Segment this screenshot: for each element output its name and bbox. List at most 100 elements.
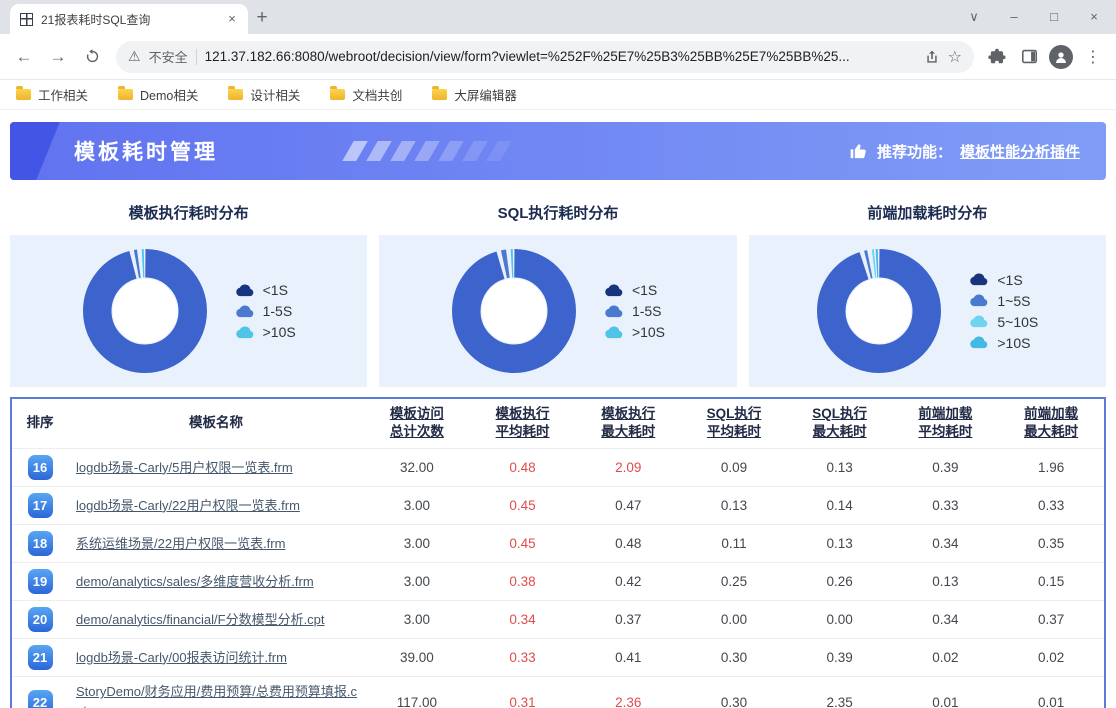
template-name-link[interactable]: demo/analytics/sales/多维度营收分析.frm: [76, 574, 314, 589]
metric-cell: 0.47: [615, 498, 642, 514]
share-icon[interactable]: [924, 49, 940, 65]
column-header[interactable]: 模板执行 平均耗时: [470, 399, 576, 449]
rank-badge: 19: [27, 569, 53, 595]
security-warning-icon[interactable]: ⚠: [128, 48, 141, 65]
legend-label: <1S: [997, 271, 1023, 288]
chart-title: 前端加载耗时分布: [867, 205, 988, 222]
new-tab-button[interactable]: +: [248, 5, 276, 33]
column-header[interactable]: SQL执行 最大耗时: [787, 399, 893, 449]
template-name-link[interactable]: 系统运维场景/22用户权限一览表.frm: [76, 536, 285, 551]
folder-icon: [118, 86, 134, 100]
column-header[interactable]: SQL执行 平均耗时: [681, 399, 787, 449]
cloud-icon: [970, 294, 988, 307]
chart-block: 前端加载耗时分布 <1S 1~5S 5~10S >10S: [748, 188, 1106, 387]
legend-item[interactable]: >10S: [234, 324, 296, 340]
legend-item[interactable]: >10S: [968, 335, 1038, 351]
browser-tab[interactable]: 21报表耗时SQL查询 ×: [10, 4, 248, 34]
window-close-button[interactable]: ×: [1074, 0, 1114, 34]
bookmark-folder[interactable]: Demo相关: [118, 85, 198, 104]
column-header[interactable]: 模板执行 最大耗时: [575, 399, 681, 449]
legend-label: >10S: [262, 324, 296, 340]
avatar-icon: [1049, 44, 1073, 69]
folder-icon: [330, 86, 346, 100]
menu-kebab-icon[interactable]: ⋮: [1078, 42, 1108, 72]
template-name-link[interactable]: logdb场景-Carly/22用户权限一览表.frm: [76, 498, 300, 513]
promo-link[interactable]: 模板性能分析插件: [960, 141, 1080, 162]
metric-cell: 0.31: [509, 694, 536, 708]
legend-item[interactable]: >10S: [603, 324, 665, 340]
bookmark-folder[interactable]: 设计相关: [228, 85, 300, 104]
bookmark-star-icon[interactable]: ☆: [948, 47, 962, 67]
template-name-link[interactable]: logdb场景-Carly/5用户权限一览表.frm: [76, 460, 293, 475]
reload-icon: [86, 49, 98, 63]
reload-button[interactable]: [76, 41, 108, 73]
template-name-link[interactable]: demo/analytics/financial/F分数模型分析.cpt: [76, 612, 325, 627]
legend-item[interactable]: <1S: [603, 282, 665, 298]
tab-search-chevron-icon[interactable]: ∨: [954, 0, 994, 34]
metric-cell: 3.00: [403, 574, 430, 590]
charts-row: 模板执行耗时分布 <1S 1-5S >10S SQL执行耗时分布 <1S 1-5S >10S 前…: [0, 188, 1116, 387]
bookmark-folder[interactable]: 大屏编辑器: [432, 85, 517, 104]
cloud-icon: [235, 283, 253, 296]
template-name-link[interactable]: logdb场景-Carly/00报表访问统计.frm: [76, 650, 287, 665]
donut-ring: [817, 249, 942, 373]
legend-item[interactable]: 1~5S: [968, 293, 1038, 309]
extensions-puzzle-icon[interactable]: [982, 42, 1012, 72]
metric-cell: 0.25: [720, 574, 748, 590]
page-content: 模板耗时管理 推荐功能： 模板性能分析插件 模板执行耗时分布 <1S 1-5S >10…: [0, 110, 1116, 708]
metric-cell: 0.39: [826, 650, 853, 666]
rank-cell: 16: [12, 449, 68, 487]
metric-cell: 3.00: [403, 536, 430, 552]
template-name-link[interactable]: StoryDemo/财务应用/费用预算/总费用预算填报.cpt: [76, 684, 357, 708]
metric-cell: 0.37: [615, 612, 642, 628]
minimize-button[interactable]: –: [994, 0, 1034, 34]
metric-cell: 0.15: [1037, 574, 1065, 590]
maximize-button[interactable]: □: [1034, 0, 1074, 34]
template-name-cell: 系统运维场景/22用户权限一览表.frm: [68, 525, 364, 563]
security-label[interactable]: 不安全: [149, 47, 188, 66]
template-name-cell: logdb场景-Carly/5用户权限一览表.frm: [68, 449, 364, 487]
legend-label: >10S: [631, 324, 666, 340]
table-row: 21 logdb场景-Carly/00报表访问统计.frm 39.00 0.33 0.4…: [12, 638, 1104, 677]
bookmark-folder[interactable]: 文档共创: [330, 85, 402, 104]
address-bar[interactable]: ⚠ 不安全 121.37.182.66:8080/webroot/decisio…: [116, 40, 974, 73]
column-header: 模板名称: [189, 415, 243, 431]
column-header[interactable]: 模板访问 总计次数: [364, 399, 470, 449]
column-header[interactable]: 前端加载 平均耗时: [893, 399, 999, 449]
legend-item[interactable]: <1S: [968, 272, 1038, 288]
metric-cell: 0.33: [1037, 498, 1065, 514]
rank-badge: 17: [27, 493, 53, 519]
side-panel-icon[interactable]: [1014, 42, 1044, 72]
tab-close-icon[interactable]: ×: [224, 11, 240, 27]
template-name-cell: StoryDemo/财务应用/费用预算/总费用预算填报.cpt: [68, 677, 364, 708]
legend-item[interactable]: <1S: [234, 282, 296, 298]
table-row: 19 demo/analytics/sales/多维度营收分析.frm 3.00 0.…: [12, 562, 1104, 601]
forward-button[interactable]: →: [42, 41, 74, 73]
rank-badge: 16: [27, 455, 53, 481]
template-name-cell: logdb场景-Carly/00报表访问统计.frm: [68, 639, 364, 677]
rank-cell: 17: [12, 487, 68, 525]
legend-item[interactable]: 1-5S: [603, 303, 665, 319]
metric-cell: 0.48: [509, 460, 536, 476]
metric-cell: 0.48: [615, 536, 642, 552]
template-name-cell: logdb场景-Carly/22用户权限一览表.frm: [68, 487, 364, 525]
url-text[interactable]: 121.37.182.66:8080/webroot/decision/view…: [205, 49, 916, 64]
chart-legend: <1S 1-5S >10S: [234, 282, 296, 340]
column-header[interactable]: 前端加载 最大耗时: [998, 399, 1104, 449]
cloud-icon: [235, 304, 253, 317]
donut-chart: <1S 1-5S >10S: [10, 235, 368, 387]
metric-cell: 0.13: [720, 498, 748, 514]
metric-cell: 0.45: [509, 498, 536, 514]
page-banner: 模板耗时管理 推荐功能： 模板性能分析插件: [10, 122, 1106, 180]
banner-decoration: [10, 122, 62, 180]
browser-toolbar: ← → ⚠ 不安全 121.37.182.66:8080/webroot/dec…: [0, 34, 1116, 80]
bookmark-label: 设计相关: [250, 89, 301, 103]
back-button[interactable]: ←: [8, 41, 40, 73]
bookmark-folder[interactable]: 工作相关: [16, 85, 88, 104]
profile-avatar[interactable]: [1046, 42, 1076, 72]
rank-cell: 20: [12, 601, 68, 639]
page-title: 模板耗时管理: [74, 141, 218, 164]
legend-item[interactable]: 1-5S: [234, 303, 296, 319]
tab-strip: 21报表耗时SQL查询 × + ∨ – □ ×: [0, 0, 1116, 34]
legend-item[interactable]: 5~10S: [968, 314, 1038, 330]
